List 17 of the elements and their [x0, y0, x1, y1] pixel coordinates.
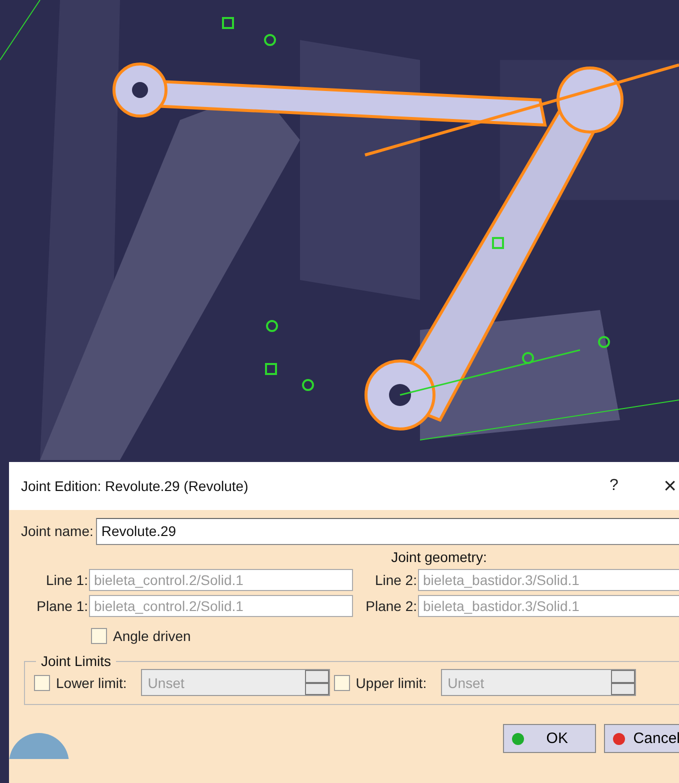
joint-limits-legend: Joint Limits — [36, 653, 116, 669]
angle-driven-checkbox[interactable] — [91, 628, 107, 644]
geometry-label: Plane 1: — [36, 598, 89, 614]
dialog-title: Joint Edition: Revolute.29 (Revolute) — [21, 478, 250, 494]
joint-name-label: Joint name: — [21, 523, 94, 539]
geometry-heading: Joint geometry: — [390, 549, 488, 567]
geometry-label: Line 2: — [374, 572, 418, 588]
dialog-button[interactable]: Cancel — [604, 724, 679, 753]
geometry-label: Plane 2: — [364, 598, 418, 614]
limit-label: Lower limit: — [56, 674, 127, 690]
dialog-button[interactable]: OK — [503, 724, 596, 753]
joint-name-field[interactable]: Revolute.29 — [96, 518, 679, 544]
limit-label: Upper limit: — [356, 674, 427, 690]
close-button[interactable]: × — [655, 473, 679, 499]
geometry-label: Line 1: — [44, 572, 89, 588]
help-button[interactable]: ? — [599, 477, 629, 495]
angle-driven-label: Angle driven — [113, 628, 191, 644]
